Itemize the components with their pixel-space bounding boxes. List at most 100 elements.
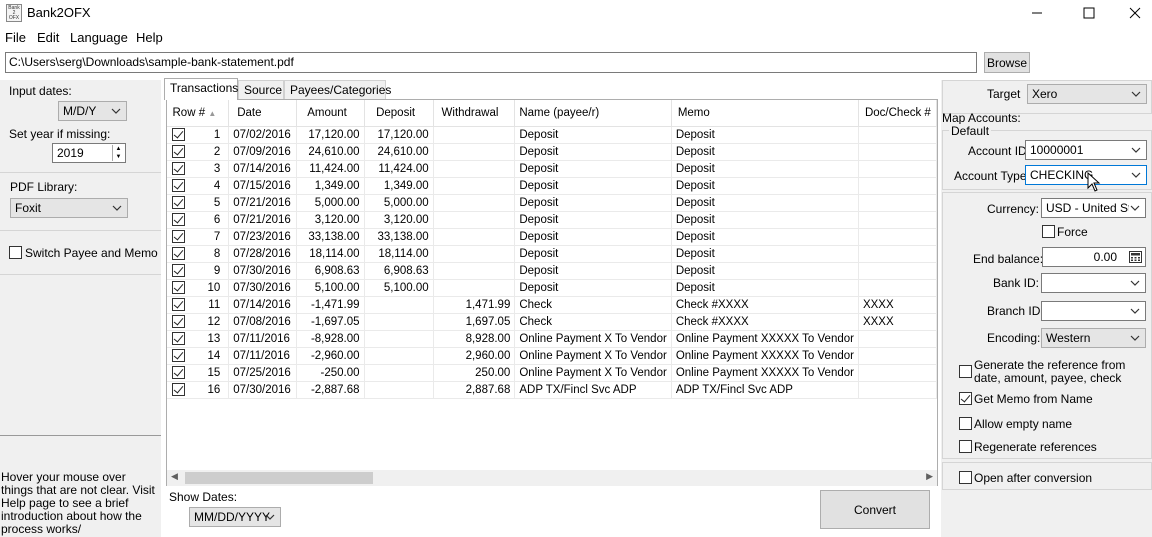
cell-deposit[interactable]: 6,908.63 [364,262,434,280]
account-type-combo[interactable]: CHECKING [1025,165,1147,185]
cell-doc[interactable]: XXXX [858,313,937,331]
cell-date[interactable]: 07/11/2016 [228,347,297,365]
cell-name[interactable]: Deposit [514,245,672,263]
table-row[interactable]: 16 07/30/2016 -2,887.68 2,887.68 ADP TX/Finc… [167,381,937,399]
table-row[interactable]: 12 07/08/2016 -1,697.05 1,697.05 Check Check … [167,313,937,331]
cell-amount[interactable]: 5,000.00 [296,194,365,212]
cell-deposit[interactable]: 5,100.00 [364,279,434,297]
cell-memo[interactable]: Deposit [671,126,859,144]
cell-name[interactable]: Check [514,296,672,314]
spin-down-icon[interactable]: ▼ [113,153,124,161]
cell-date[interactable]: 07/30/2016 [228,279,297,297]
pdf-library-select[interactable]: Foxit [10,198,128,218]
table-row[interactable]: 5 07/21/2016 5,000.00 5,000.00 Deposit Deposi… [167,194,937,212]
cell-withdrawal[interactable] [433,160,516,178]
cell-amount[interactable]: -1,471.99 [296,296,365,314]
table-row[interactable]: 15 07/25/2016 -250.00 250.00 Online Payment … [167,364,937,382]
row-include-checkbox[interactable] [172,178,185,192]
cell-memo[interactable]: Deposit [671,143,859,161]
row-include-checkbox[interactable] [172,280,185,294]
row-include-checkbox[interactable] [172,314,185,328]
cell-doc[interactable] [858,330,937,348]
table-row[interactable]: 1 07/02/2016 17,120.00 17,120.00 Deposit Depo… [167,126,937,144]
cell-amount[interactable]: 6,908.63 [296,262,365,280]
cell-name[interactable]: Check [514,313,672,331]
table-row[interactable]: 11 07/14/2016 -1,471.99 1,471.99 Check Check … [167,296,937,314]
cell-amount[interactable]: 33,138.00 [296,228,365,246]
bank-id-combo[interactable] [1041,273,1146,293]
scroll-left-icon[interactable]: ◀ [171,471,178,482]
target-select[interactable]: Xero [1027,84,1147,104]
cell-withdrawal[interactable] [433,194,516,212]
cell-doc[interactable] [858,143,937,161]
horizontal-scrollbar[interactable]: ◀ ▶ [167,470,937,486]
account-id-combo[interactable]: 10000001 [1025,140,1147,160]
cell-withdrawal[interactable] [433,177,516,195]
cell-amount[interactable]: 3,120.00 [296,211,365,229]
cell-deposit[interactable]: 33,138.00 [364,228,434,246]
cell-date[interactable]: 07/21/2016 [228,211,297,229]
cell-row[interactable]: 9 [167,262,230,280]
table-row[interactable]: 10 07/30/2016 5,100.00 5,100.00 Deposit Depos… [167,279,937,297]
tab-transactions[interactable]: Transactions [164,78,238,100]
cell-doc[interactable] [858,364,937,382]
end-balance-input[interactable]: 0.00 [1042,247,1146,267]
cell-withdrawal[interactable] [433,126,516,144]
cell-name[interactable]: Deposit [514,228,672,246]
cell-deposit[interactable] [364,330,434,348]
column-header-name[interactable]: Name (payee/r) [514,100,672,127]
cell-name[interactable]: ADP TX/Fincl Svc ADP [514,381,672,399]
cell-deposit[interactable]: 1,349.00 [364,177,434,195]
cell-date[interactable]: 07/28/2016 [228,245,297,263]
cell-name[interactable]: Deposit [514,262,672,280]
cell-amount[interactable]: -2,960.00 [296,347,365,365]
cell-memo[interactable]: Deposit [671,160,859,178]
cell-withdrawal[interactable]: 1,697.05 [433,313,516,331]
cell-withdrawal[interactable] [433,211,516,229]
row-include-checkbox[interactable] [172,382,185,396]
cell-withdrawal[interactable] [433,143,516,161]
scrollbar-thumb[interactable] [185,472,373,484]
column-header-amount[interactable]: Amount [296,100,365,127]
cell-deposit[interactable] [364,347,434,365]
cell-withdrawal[interactable] [433,262,516,280]
cell-row[interactable]: 12 [167,313,230,331]
currency-select[interactable]: USD - United Sta [1041,198,1146,218]
cell-name[interactable]: Deposit [514,194,672,212]
cell-withdrawal[interactable]: 250.00 [433,364,516,382]
cell-deposit[interactable] [364,296,434,314]
get-memo-checkbox[interactable] [959,392,972,405]
cell-row[interactable]: 1 [167,126,230,144]
cell-doc[interactable] [858,194,937,212]
column-header-memo[interactable]: Memo [671,100,859,127]
cell-date[interactable]: 07/14/2016 [228,296,297,314]
cell-row[interactable]: 5 [167,194,230,212]
cell-name[interactable]: Deposit [514,177,672,195]
cell-doc[interactable] [858,347,937,365]
open-after-conversion-checkbox[interactable] [959,471,972,484]
table-row[interactable]: 9 07/30/2016 6,908.63 6,908.63 Deposit Deposi… [167,262,937,280]
cell-memo[interactable]: Deposit [671,279,859,297]
maximize-button[interactable] [1066,0,1112,26]
cell-memo[interactable]: Deposit [671,194,859,212]
cell-date[interactable]: 07/23/2016 [228,228,297,246]
cell-name[interactable]: Deposit [514,160,672,178]
cell-name[interactable]: Deposit [514,143,672,161]
convert-button[interactable]: Convert [820,490,930,529]
switch-payee-checkbox[interactable] [9,246,22,259]
year-spinner[interactable]: 2019 ▲ ▼ [52,143,126,163]
spin-up-icon[interactable]: ▲ [113,145,124,153]
branch-id-combo[interactable] [1041,301,1146,321]
minimize-button[interactable] [1014,0,1060,26]
cell-memo[interactable]: Online Payment XXXXX To Vendor [671,330,859,348]
cell-withdrawal[interactable] [433,228,516,246]
cell-deposit[interactable]: 17,120.00 [364,126,434,144]
column-header-doc[interactable]: Doc/Check # [858,100,937,127]
cell-date[interactable]: 07/14/2016 [228,160,297,178]
cell-memo[interactable]: Check #XXXX [671,313,859,331]
cell-row[interactable]: 3 [167,160,230,178]
cell-name[interactable]: Deposit [514,211,672,229]
cell-amount[interactable]: -1,697.05 [296,313,365,331]
cell-date[interactable]: 07/11/2016 [228,330,297,348]
generate-reference-checkbox[interactable] [959,365,972,378]
